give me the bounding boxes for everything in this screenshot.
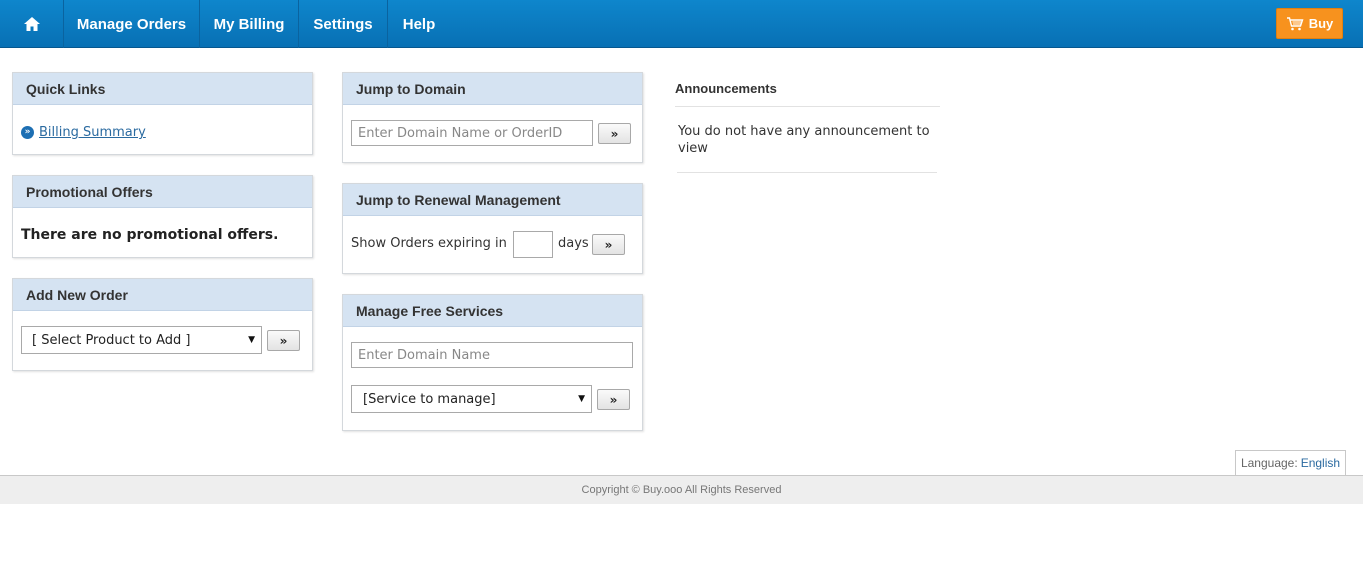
renewal-management-panel: Jump to Renewal Management Show Orders e… (342, 183, 643, 274)
language-value[interactable]: English (1301, 456, 1340, 470)
top-navigation: Manage Orders My Billing Settings Help B… (0, 0, 1363, 48)
footer: Copyright © Buy.ooo All Rights Reserved (0, 475, 1363, 504)
nav-help[interactable]: Help (388, 0, 450, 48)
renewal-go-button[interactable]: » (592, 234, 625, 255)
quick-links-title: Quick Links (13, 73, 312, 105)
billing-summary-label: Billing Summary (39, 125, 146, 140)
product-select-value: [ Select Product to Add ] (32, 332, 191, 348)
expiring-days-input[interactable] (513, 231, 553, 258)
announcements-empty-message: You do not have any announcement to view (678, 124, 930, 156)
service-select-value: [Service to manage] (363, 391, 496, 407)
dropdown-caret-icon: ▼ (248, 335, 255, 345)
add-new-order-title: Add New Order (13, 279, 312, 311)
promotional-offers-panel: Promotional Offers There are no promotio… (12, 175, 313, 258)
promo-empty-message: There are no promotional offers. (21, 227, 279, 243)
service-select[interactable]: [Service to manage] ▼ (351, 385, 592, 413)
nav-manage-orders[interactable]: Manage Orders (64, 0, 200, 48)
product-select[interactable]: [ Select Product to Add ] ▼ (21, 326, 262, 354)
home-button[interactable] (0, 0, 64, 48)
announcements-divider (675, 106, 940, 107)
days-label: days (558, 236, 589, 251)
nav-settings[interactable]: Settings (299, 0, 388, 48)
language-label: Language: (1240, 456, 1298, 470)
jump-to-domain-title: Jump to Domain (343, 73, 642, 105)
double-chevron-icon: » (21, 126, 34, 139)
nav-my-billing[interactable]: My Billing (200, 0, 299, 48)
free-service-domain-input[interactable]: Enter Domain Name (351, 342, 633, 368)
announcements-title: Announcements (675, 81, 777, 96)
language-selector[interactable]: Language: English (1235, 450, 1346, 476)
add-new-order-panel: Add New Order [ Select Product to Add ] … (12, 278, 313, 371)
dropdown-caret-icon: ▼ (578, 394, 585, 404)
manage-free-services-title: Manage Free Services (343, 295, 642, 327)
add-order-go-button[interactable]: » (267, 330, 300, 351)
billing-summary-link[interactable]: » Billing Summary (21, 125, 146, 140)
announcements-divider (677, 172, 937, 173)
quick-links-panel: Quick Links » Billing Summary (12, 72, 313, 155)
buy-label: Buy (1308, 16, 1334, 31)
renewal-management-title: Jump to Renewal Management (343, 184, 642, 216)
manage-free-services-panel: Manage Free Services Enter Domain Name [… (342, 294, 643, 431)
domain-orderid-input[interactable]: Enter Domain Name or OrderID (351, 120, 593, 146)
expiring-label: Show Orders expiring in (351, 236, 507, 251)
copyright-text: Copyright © Buy.ooo All Rights Reserved (581, 484, 782, 496)
jump-domain-go-button[interactable]: » (598, 123, 631, 144)
home-icon (23, 17, 40, 31)
jump-to-domain-panel: Jump to Domain Enter Domain Name or Orde… (342, 72, 643, 163)
free-services-go-button[interactable]: » (597, 389, 630, 410)
promotional-offers-title: Promotional Offers (13, 176, 312, 208)
cart-icon (1286, 16, 1304, 30)
buy-button[interactable]: Buy (1276, 8, 1343, 39)
